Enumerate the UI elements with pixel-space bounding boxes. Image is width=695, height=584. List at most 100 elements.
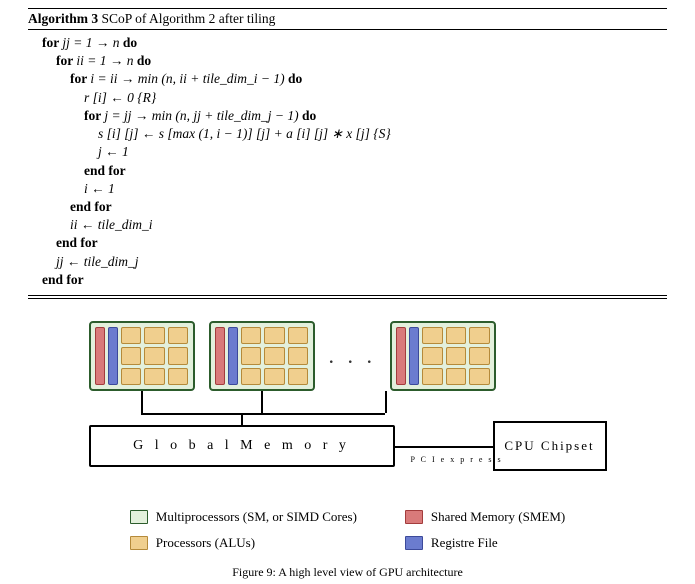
alu-icon <box>241 368 262 385</box>
algorithm-line: r [i] ← 0 {R} <box>28 89 667 107</box>
algorithm-line: end for <box>28 234 667 252</box>
alu-icon <box>264 368 285 385</box>
sm-row: . . . <box>83 321 497 391</box>
keyword: end for <box>70 199 112 214</box>
alu-icon <box>288 327 309 344</box>
code-text: jj ← tile_dim_j <box>56 254 139 269</box>
alu-icon <box>288 368 309 385</box>
alu-icon <box>168 347 189 364</box>
code-text: j = jj → min (n, jj + tile_dim_j − 1) <box>104 108 298 123</box>
keyword: do <box>299 108 317 123</box>
keyword: for <box>56 53 76 68</box>
alu-icon <box>446 327 467 344</box>
code-text: ii ← tile_dim_i <box>70 217 153 232</box>
swatch-sm-icon <box>130 510 148 524</box>
register-file-bar <box>228 327 238 385</box>
legend-label: Registre File <box>431 535 498 551</box>
alu-icon <box>121 347 142 364</box>
keyword: end for <box>42 272 84 287</box>
legend-item-alu: Processors (ALUs) <box>130 535 357 551</box>
cpu-chipset-box: CPU Chipset <box>493 421 607 471</box>
bus-line <box>395 446 493 448</box>
keyword: for <box>84 108 104 123</box>
algorithm-title: SCoP of Algorithm 2 after tiling <box>102 11 276 26</box>
code-text: ii = 1 → n <box>76 53 133 68</box>
alu-icon <box>264 347 285 364</box>
keyword: end for <box>84 163 126 178</box>
alu-icon <box>446 368 467 385</box>
alu-icon <box>446 347 467 364</box>
bus-line <box>141 413 385 415</box>
alu-icon <box>121 368 142 385</box>
register-file-bar <box>108 327 118 385</box>
alu-icon <box>264 327 285 344</box>
pci-express-label: P C I e x p r e s s <box>411 455 503 464</box>
alu-icon <box>469 327 490 344</box>
algorithm-bottom-rule <box>28 298 667 299</box>
multiprocessor <box>89 321 195 391</box>
alu-icon <box>469 368 490 385</box>
algorithm-line: for ii = 1 → n do <box>28 52 667 70</box>
figure-9: . . . G l o b a l M e m o r y P C I e x … <box>28 321 667 580</box>
algorithm-line: end for <box>28 271 667 289</box>
algorithm-line: end for <box>28 162 667 180</box>
register-file-bar <box>409 327 419 385</box>
bus-line <box>385 391 387 413</box>
multiprocessor <box>390 321 496 391</box>
shared-memory-bar <box>396 327 406 385</box>
figure-caption: Figure 9: A high level view of GPU archi… <box>232 565 463 580</box>
alu-icon <box>168 327 189 344</box>
global-memory-label: G l o b a l M e m o r y <box>133 438 350 454</box>
alu-icon <box>241 347 262 364</box>
alu-icon <box>422 327 443 344</box>
keyword: for <box>42 35 62 50</box>
alu-icon <box>121 327 142 344</box>
algorithm-body: for jj = 1 → n dofor ii = 1 → n dofor i … <box>28 30 667 296</box>
ellipsis-icon: . . . <box>329 343 377 369</box>
shared-memory-bar <box>95 327 105 385</box>
algorithm-line: jj ← tile_dim_j <box>28 253 667 271</box>
alu-icon <box>144 368 165 385</box>
legend-item-smem: Shared Memory (SMEM) <box>405 509 565 525</box>
keyword: do <box>120 35 138 50</box>
alu-icon <box>469 347 490 364</box>
code-text: i ← 1 <box>84 181 115 196</box>
global-memory-box: G l o b a l M e m o r y <box>89 425 395 467</box>
keyword: end for <box>56 235 98 250</box>
alu-icon <box>241 327 262 344</box>
multiprocessor <box>209 321 315 391</box>
code-text: i = ii → min (n, ii + tile_dim_i − 1) <box>90 71 284 86</box>
code-text: s [i] [j] ← s [max (1, i − 1)] [j] + a [… <box>98 126 391 141</box>
algorithm-number: Algorithm 3 <box>28 11 98 26</box>
algorithm-line: for jj = 1 → n do <box>28 34 667 52</box>
bus-line <box>141 391 143 413</box>
keyword: for <box>70 71 90 86</box>
legend-label: Shared Memory (SMEM) <box>431 509 565 525</box>
algorithm-line: end for <box>28 198 667 216</box>
algorithm-line: s [i] [j] ← s [max (1, i − 1)] [j] + a [… <box>28 125 667 143</box>
bus-line <box>261 391 263 413</box>
code-text: jj = 1 → n <box>62 35 119 50</box>
alu-icon <box>168 368 189 385</box>
legend-label: Multiprocessors (SM, or SIMD Cores) <box>156 509 357 525</box>
cpu-chipset-label: CPU Chipset <box>504 438 594 454</box>
legend-label: Processors (ALUs) <box>156 535 255 551</box>
gpu-diagram: . . . G l o b a l M e m o r y P C I e x … <box>83 321 613 491</box>
alu-icon <box>422 368 443 385</box>
legend-item-sm: Multiprocessors (SM, or SIMD Cores) <box>130 509 357 525</box>
code-text: r [i] ← 0 {R} <box>84 90 156 105</box>
alu-icon <box>422 347 443 364</box>
keyword: do <box>285 71 303 86</box>
swatch-rf-icon <box>405 536 423 550</box>
alu-grid <box>422 327 490 385</box>
legend: Multiprocessors (SM, or SIMD Cores) Shar… <box>130 509 565 551</box>
alu-icon <box>288 347 309 364</box>
keyword: do <box>134 53 152 68</box>
alu-icon <box>144 327 165 344</box>
algorithm-line: for j = jj → min (n, jj + tile_dim_j − 1… <box>28 107 667 125</box>
alu-grid <box>121 327 189 385</box>
algorithm-line: i ← 1 <box>28 180 667 198</box>
algorithm-line: ii ← tile_dim_i <box>28 216 667 234</box>
algorithm-line: j ← 1 <box>28 143 667 161</box>
shared-memory-bar <box>215 327 225 385</box>
